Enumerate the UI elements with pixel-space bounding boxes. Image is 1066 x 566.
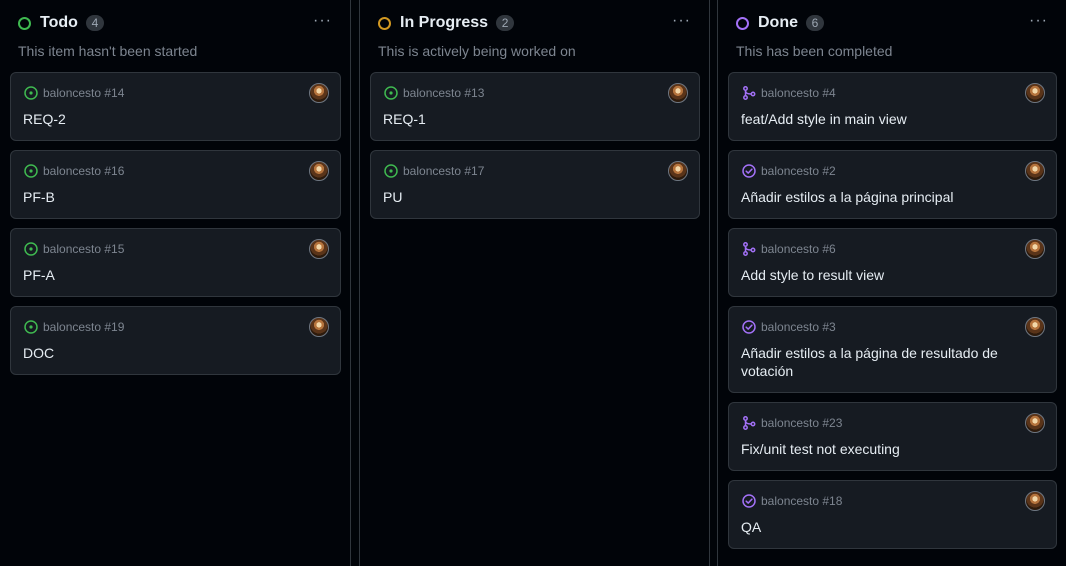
board-card[interactable]: baloncesto #4 feat/Add style in main vie…: [728, 72, 1057, 141]
card-repo-number[interactable]: baloncesto #23: [761, 416, 842, 430]
card-title[interactable]: Add style to result view: [741, 266, 1044, 284]
card-title[interactable]: PF-A: [23, 266, 328, 284]
card-meta: baloncesto #6: [741, 241, 1044, 257]
assignee-avatar[interactable]: [1025, 317, 1045, 337]
status-circle-icon: [736, 16, 749, 30]
board-card[interactable]: baloncesto #14 REQ-2: [10, 72, 341, 141]
card-meta: baloncesto #13: [383, 85, 687, 101]
column-more-menu-icon[interactable]: ···: [313, 13, 332, 29]
status-circle-icon: [18, 16, 31, 30]
board-card[interactable]: baloncesto #3 Añadir estilos a la página…: [728, 306, 1057, 393]
column-more-menu-icon[interactable]: ···: [672, 13, 691, 29]
board-card[interactable]: baloncesto #16 PF-B: [10, 150, 341, 219]
column-description: This item hasn't been started: [18, 43, 198, 59]
column-header: In Progress 2 ···: [378, 12, 695, 34]
column-done: Done 6 ··· This has been completed balon…: [717, 0, 1066, 566]
card-repo-number[interactable]: baloncesto #18: [761, 494, 842, 508]
pr-merged-icon: [741, 85, 757, 101]
card-title[interactable]: QA: [741, 518, 1044, 536]
assignee-avatar[interactable]: [1025, 239, 1045, 259]
issue-closed-icon: [741, 163, 757, 179]
card-repo-number[interactable]: baloncesto #19: [43, 320, 124, 334]
card-meta: baloncesto #14: [23, 85, 328, 101]
column-more-menu-icon[interactable]: ···: [1029, 13, 1048, 29]
assignee-avatar[interactable]: [309, 239, 329, 259]
assignee-avatar[interactable]: [668, 161, 688, 181]
card-meta: baloncesto #4: [741, 85, 1044, 101]
assignee-avatar[interactable]: [309, 83, 329, 103]
issue-open-icon: [383, 163, 399, 179]
card-title[interactable]: PU: [383, 188, 687, 206]
card-repo-number[interactable]: baloncesto #17: [403, 164, 484, 178]
card-title[interactable]: Añadir estilos a la página principal: [741, 188, 1044, 206]
column-in-progress: In Progress 2 ··· This is actively being…: [359, 0, 710, 566]
column-count-badge: 2: [496, 15, 515, 31]
column-todo: Todo 4 ··· This item hasn't been started…: [0, 0, 351, 566]
issue-closed-icon: [741, 493, 757, 509]
card-repo-number[interactable]: baloncesto #2: [761, 164, 836, 178]
card-repo-number[interactable]: baloncesto #14: [43, 86, 124, 100]
assignee-avatar[interactable]: [668, 83, 688, 103]
card-title[interactable]: Fix/unit test not executing: [741, 440, 1044, 458]
issue-open-icon: [23, 85, 39, 101]
column-count-badge: 6: [806, 15, 824, 31]
column-header: Done 6 ···: [736, 12, 1052, 34]
board-card[interactable]: baloncesto #15 PF-A: [10, 228, 341, 297]
card-meta: baloncesto #23: [741, 415, 1044, 431]
assignee-avatar[interactable]: [1025, 491, 1045, 511]
card-title[interactable]: Añadir estilos a la página de resultado …: [741, 344, 1044, 380]
issue-open-icon: [23, 319, 39, 335]
card-meta: baloncesto #15: [23, 241, 328, 257]
column-title: In Progress: [400, 14, 489, 31]
card-meta: baloncesto #18: [741, 493, 1044, 509]
card-meta: baloncesto #16: [23, 163, 328, 179]
card-title[interactable]: REQ-1: [383, 110, 687, 128]
column-title: Todo: [40, 14, 78, 31]
card-meta: baloncesto #17: [383, 163, 687, 179]
board-card[interactable]: baloncesto #19 DOC: [10, 306, 341, 375]
board-card[interactable]: baloncesto #17 PU: [370, 150, 700, 219]
issue-closed-icon: [741, 319, 757, 335]
column-description: This is actively being worked on: [378, 43, 576, 59]
assignee-avatar[interactable]: [309, 317, 329, 337]
card-title[interactable]: feat/Add style in main view: [741, 110, 1044, 128]
card-meta: baloncesto #2: [741, 163, 1044, 179]
column-count-badge: 4: [85, 15, 104, 31]
card-title[interactable]: REQ-2: [23, 110, 328, 128]
column-title: Done: [758, 14, 798, 31]
pr-merged-icon: [741, 415, 757, 431]
issue-open-icon: [23, 241, 39, 257]
assignee-avatar[interactable]: [1025, 83, 1045, 103]
issue-open-icon: [383, 85, 399, 101]
project-board: Todo 4 ··· This item hasn't been started…: [0, 0, 1066, 566]
pr-merged-icon: [741, 241, 757, 257]
card-list: baloncesto #13 REQ-1 baloncesto #17 PU: [370, 72, 700, 228]
card-repo-number[interactable]: baloncesto #6: [761, 242, 836, 256]
card-meta: baloncesto #19: [23, 319, 328, 335]
assignee-avatar[interactable]: [1025, 161, 1045, 181]
card-title[interactable]: DOC: [23, 344, 328, 362]
card-meta: baloncesto #3: [741, 319, 1044, 335]
column-header: Todo 4 ···: [18, 12, 336, 34]
card-repo-number[interactable]: baloncesto #3: [761, 320, 836, 334]
column-description: This has been completed: [736, 43, 893, 59]
assignee-avatar[interactable]: [1025, 413, 1045, 433]
board-card[interactable]: baloncesto #18 QA: [728, 480, 1057, 549]
status-circle-icon: [378, 16, 391, 30]
card-repo-number[interactable]: baloncesto #4: [761, 86, 836, 100]
board-card[interactable]: baloncesto #2 Añadir estilos a la página…: [728, 150, 1057, 219]
card-list: baloncesto #4 feat/Add style in main vie…: [728, 72, 1057, 558]
board-card[interactable]: baloncesto #23 Fix/unit test not executi…: [728, 402, 1057, 471]
card-list: baloncesto #14 REQ-2 baloncesto #16 PF-B…: [10, 72, 341, 384]
card-repo-number[interactable]: baloncesto #15: [43, 242, 124, 256]
card-title[interactable]: PF-B: [23, 188, 328, 206]
board-card[interactable]: baloncesto #13 REQ-1: [370, 72, 700, 141]
card-repo-number[interactable]: baloncesto #16: [43, 164, 124, 178]
card-repo-number[interactable]: baloncesto #13: [403, 86, 484, 100]
issue-open-icon: [23, 163, 39, 179]
board-card[interactable]: baloncesto #6 Add style to result view: [728, 228, 1057, 297]
assignee-avatar[interactable]: [309, 161, 329, 181]
